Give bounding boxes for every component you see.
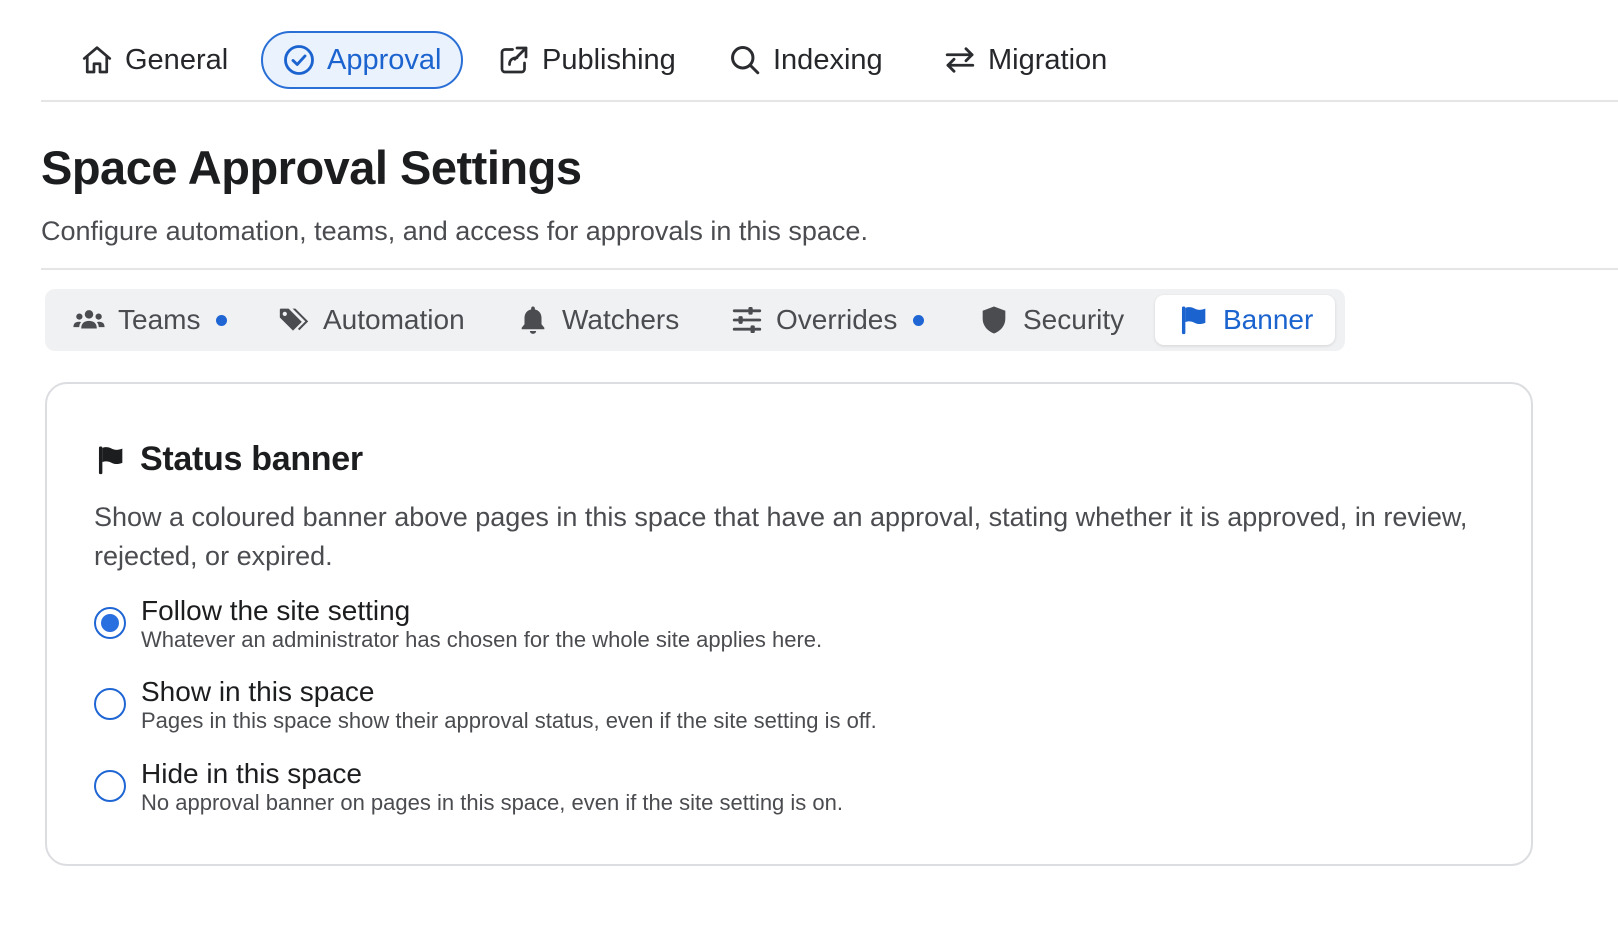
bell-icon [521, 306, 545, 334]
status-banner-card: Status banner Show a coloured banner abo… [45, 382, 1533, 866]
flag-icon [98, 446, 123, 474]
flag-icon [1181, 306, 1206, 335]
home-icon [82, 46, 112, 74]
option-hide-in-space[interactable]: Hide in this space No approval banner on… [94, 759, 843, 817]
page-description: Configure automation, teams, and access … [41, 216, 868, 246]
subtab-label: Overrides [776, 304, 898, 335]
option-label: Follow the site setting [141, 595, 411, 626]
subtab-label: Automation [323, 304, 465, 335]
tags-icon [279, 308, 309, 331]
radio-button[interactable] [94, 770, 126, 802]
nav-tab-label: Migration [988, 43, 1108, 76]
subtab-label: Banner [1223, 304, 1314, 335]
nav-tab-general[interactable]: General [79, 31, 228, 89]
settings-subtabs: Teams Automation Watchers Overrides Secu… [45, 289, 1345, 351]
card-title: Status banner [140, 440, 363, 478]
option-help-text: Pages in this space show their approval … [141, 708, 877, 733]
radio-button[interactable] [94, 607, 126, 639]
radio-button[interactable] [94, 688, 126, 720]
nav-tab-label: Approval [327, 43, 442, 76]
nav-tab-label: Publishing [542, 43, 676, 76]
option-follow-site-setting[interactable]: Follow the site setting Whatever an admi… [94, 596, 822, 654]
shield-icon [982, 306, 1006, 334]
unsaved-indicator-dot [216, 314, 228, 326]
sliders-icon [732, 306, 762, 334]
nav-tab-migration[interactable]: Migration [942, 31, 1107, 89]
nav-tab-label: Indexing [773, 43, 883, 76]
top-nav: General Approval Publishing Indexing Mig… [41, 30, 1618, 102]
option-label: Show in this space [141, 676, 375, 707]
option-help-text: No approval banner on pages in this spac… [141, 790, 843, 815]
option-help-text: Whatever an administrator has chosen for… [141, 627, 823, 652]
subtab-teams[interactable]: Teams [72, 295, 228, 345]
subtab-label: Teams [118, 304, 201, 335]
option-label: Hide in this space [141, 758, 363, 789]
page-title: Space Approval Settings [41, 141, 582, 194]
subtab-watchers[interactable]: Watchers [516, 295, 679, 345]
subtab-automation[interactable]: Automation [277, 295, 465, 345]
users-icon [73, 310, 105, 329]
check-circle-icon [284, 45, 314, 75]
header-divider [41, 268, 1618, 270]
subtab-overrides[interactable]: Overrides [730, 295, 925, 345]
subtab-label: Watchers [562, 304, 680, 335]
option-show-in-space[interactable]: Show in this space Pages in this space s… [94, 677, 877, 735]
card-description: Show a coloured banner above pages in th… [94, 502, 1468, 571]
nav-tab-indexing[interactable]: Indexing [727, 31, 883, 89]
nav-tab-approval[interactable]: Approval [261, 31, 464, 89]
subtab-security[interactable]: Security [977, 295, 1124, 345]
subtab-banner[interactable]: Banner [1155, 295, 1336, 345]
nav-tab-label: General [125, 43, 229, 76]
nav-tab-publishing[interactable]: Publishing [496, 31, 676, 89]
swap-arrows-icon [945, 47, 975, 73]
subtab-label: Security [1023, 304, 1125, 335]
card-header: Status banner [94, 440, 363, 479]
search-icon [731, 46, 760, 75]
unsaved-indicator-dot [913, 314, 925, 326]
share-icon [500, 46, 528, 74]
